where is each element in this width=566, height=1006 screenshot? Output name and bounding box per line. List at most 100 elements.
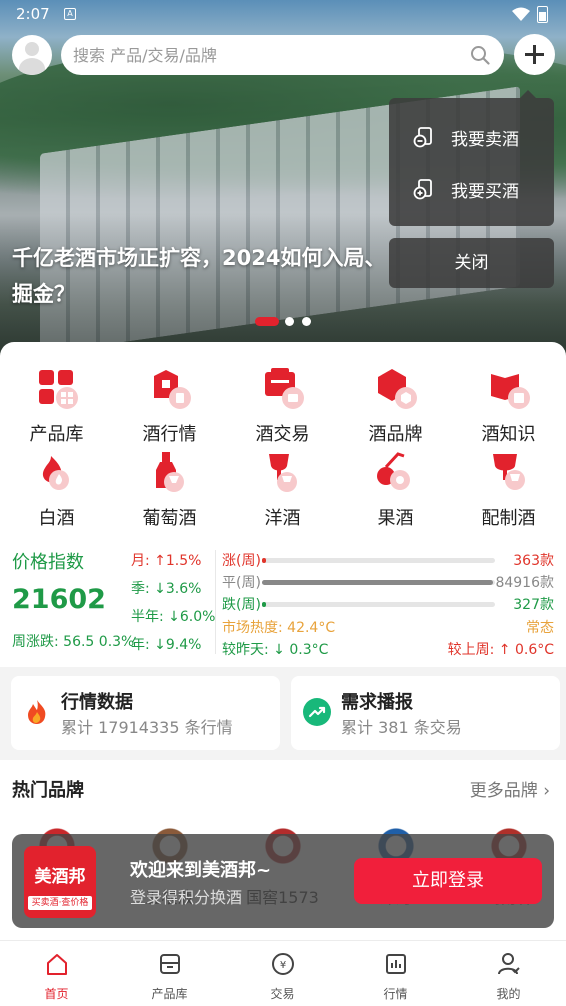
status-bar: 2:07 A (0, 0, 566, 30)
flat-stat-label: 平(周) (222, 575, 261, 591)
fruit-wine-icon (376, 452, 410, 490)
close-menu-button[interactable]: 关闭 (389, 238, 554, 288)
app-logo-tagline: 买卖酒·查价格 (28, 896, 92, 910)
login-button[interactable]: 立即登录 (354, 858, 542, 904)
buy-wine-menu-item[interactable]: 我要买酒 (389, 164, 554, 214)
buy-wine-label: 我要买酒 (451, 182, 519, 202)
change-half-year: 半年: ↓6.0% (131, 609, 216, 625)
fall-stat-fill (262, 602, 266, 607)
app-screen: 2:07 A 千亿老酒市场正扩容，2024如何入局、掘金？ 我要卖酒 我要买酒 … (0, 0, 566, 1006)
category-fruit-wine[interactable]: 果酒 (339, 450, 452, 530)
flat-stat-fill (262, 580, 493, 585)
bottom-tab-bar: 首页 产品库 ¥ 交易 行情 我的 (0, 940, 566, 1006)
tab-home[interactable]: 首页 (0, 941, 113, 1006)
market-data-title: 行情数据 (61, 692, 133, 713)
rise-stat-track (262, 558, 495, 563)
brand-icon (377, 369, 417, 409)
category-liquor[interactable]: 洋酒 (226, 450, 339, 530)
chevron-right-icon: › (543, 781, 550, 801)
hot-brands-title: 热门品牌 (12, 780, 84, 801)
search-input[interactable] (73, 35, 463, 75)
product-library-icon (159, 954, 180, 974)
search-icon[interactable] (470, 45, 490, 65)
tab-label: 我的 (496, 987, 521, 1001)
category-label: 果酒 (377, 508, 414, 529)
price-index-label: 价格指数 (12, 552, 84, 573)
fall-stat-value: 327款 (513, 597, 554, 613)
market-state: 常态 (526, 620, 554, 636)
rise-stat-value: 363款 (513, 553, 554, 569)
category-label: 洋酒 (264, 508, 301, 529)
fall-stat-label: 跌(周) (222, 597, 261, 613)
trade-icon (264, 368, 304, 409)
change-month: 月: ↑1.5% (131, 553, 202, 569)
price-index-value[interactable]: 21602 (12, 584, 106, 615)
profile-icon (497, 953, 520, 975)
banner-dot[interactable] (302, 317, 311, 326)
banner-dot-active[interactable] (255, 317, 279, 326)
category-trade[interactable]: 酒交易 (226, 366, 339, 446)
rise-stat-fill (262, 558, 266, 563)
tab-chart[interactable]: 行情 (339, 941, 452, 1006)
demand-title: 需求播报 (341, 692, 413, 713)
tab-trade[interactable]: ¥ 交易 (226, 941, 339, 1006)
rise-stat-label: 涨(周) (222, 553, 261, 569)
flat-stat-value: 84916款 (495, 575, 554, 591)
search-bar[interactable] (61, 35, 504, 75)
banner-dot[interactable] (285, 317, 294, 326)
tab-label: 产品库 (151, 987, 188, 1001)
demand-card[interactable]: 需求播报 累计 381 条交易 (291, 676, 560, 750)
knowledge-icon (490, 374, 530, 409)
category-blended-wine[interactable]: 配制酒 (452, 450, 565, 530)
market-icon (153, 370, 191, 409)
category-label: 白酒 (38, 508, 75, 529)
sell-wine-label: 我要卖酒 (451, 130, 519, 150)
promo-welcome: 欢迎来到美酒邦~ (130, 860, 272, 881)
category-market[interactable]: 酒行情 (113, 366, 226, 446)
flat-stat-track (262, 580, 495, 585)
flame-icon (28, 700, 46, 724)
category-brand[interactable]: 酒品牌 (339, 366, 452, 446)
price-index-weekly: 周涨跌: 56.5 0.3% (12, 634, 135, 650)
wine-icon (155, 452, 184, 492)
trend-icon (303, 698, 331, 726)
blended-wine-icon (492, 454, 525, 490)
baijiu-icon (42, 456, 69, 490)
category-knowledge[interactable]: 酒知识 (452, 366, 565, 446)
svg-text:¥: ¥ (279, 960, 285, 971)
promo-subtitle: 登录得积分换酒 (130, 888, 243, 907)
status-time: 2:07 (16, 5, 50, 23)
sell-wine-icon (413, 127, 432, 148)
market-data-subtitle: 累计 17914335 条行情 (61, 718, 233, 737)
category-product-library[interactable]: 产品库 (0, 366, 113, 446)
category-label: 酒行情 (142, 424, 197, 445)
battery-icon (537, 6, 548, 23)
more-brands-link[interactable]: 更多品牌 › (470, 776, 550, 801)
more-brands-label: 更多品牌 (469, 781, 538, 801)
category-wine[interactable]: 葡萄酒 (113, 450, 226, 530)
avatar[interactable] (12, 35, 52, 75)
avatar-head (25, 42, 39, 56)
category-label: 酒交易 (255, 424, 310, 445)
vs-last-week: 较上周: ↑ 0.6°C (447, 642, 554, 658)
fall-stat-track (262, 602, 495, 607)
add-button[interactable] (514, 34, 555, 75)
change-year: 年: ↓9.4% (131, 637, 202, 653)
category-label: 配制酒 (481, 508, 536, 529)
buy-wine-icon (413, 179, 432, 200)
app-logo: 美酒邦 买卖酒·查价格 (24, 846, 96, 918)
stats-divider (215, 550, 216, 654)
wifi-icon (512, 7, 530, 21)
category-baijiu[interactable]: 白酒 (0, 450, 113, 530)
market-heat: 市场热度: 42.4°C (222, 620, 336, 636)
banner-headline[interactable]: 千亿老酒市场正扩容，2024如何入局、掘金？ (12, 240, 402, 312)
tab-label: 行情 (383, 987, 408, 1001)
category-label: 酒知识 (481, 424, 536, 445)
liquor-icon (268, 454, 297, 492)
tab-profile[interactable]: 我的 (452, 941, 565, 1006)
tab-product-library[interactable]: 产品库 (113, 941, 226, 1006)
market-data-card[interactable]: 行情数据 累计 17914335 条行情 (11, 676, 280, 750)
sell-wine-menu-item[interactable]: 我要卖酒 (389, 112, 554, 162)
fall-stat-row: 跌(周) 327款 (222, 594, 554, 614)
category-label: 酒品牌 (368, 424, 423, 445)
